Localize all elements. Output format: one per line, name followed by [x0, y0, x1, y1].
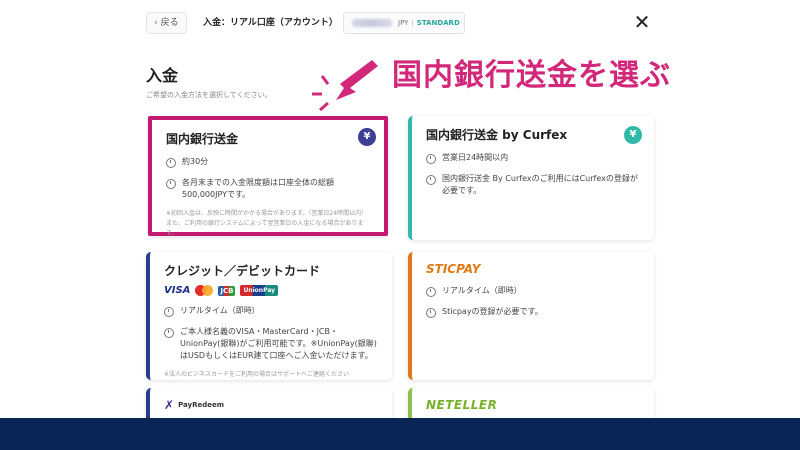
method-time-row: リアルタイム（即時） — [164, 305, 378, 317]
unionpay-logo: UnionPay — [240, 285, 279, 296]
back-label: 戻る — [160, 18, 179, 28]
breadcrumb: 入金：リアル口座（アカウント） — [203, 18, 338, 28]
method-note: ※法人のビジネスカードをご利用の場合はサポートへご連絡ください — [164, 371, 350, 378]
info-icon — [164, 328, 174, 338]
method-time: リアルタイム（即時） — [180, 306, 260, 315]
clock-icon — [426, 154, 436, 164]
method-title: クレジット／デビットカード — [164, 264, 321, 278]
back-button[interactable]: ‹ 戻る — [146, 12, 187, 34]
method-detail-row: 各月末までの入金限度額は口座全体の総額500,000JPYです。 — [166, 177, 370, 201]
payredeem-logo: ✗ PayRedeem — [164, 398, 378, 412]
info-icon — [166, 179, 176, 189]
method-time-row: 約30分 — [166, 156, 370, 168]
method-detail-row: Sticpayの登録が必要です。 — [426, 306, 640, 318]
page-subtitle: ご希望の入金方法を選択してください。 — [146, 91, 272, 99]
method-detail: Sticpayの登録が必要です。 — [442, 307, 543, 316]
method-time-row: 営業日24時間以内 — [426, 152, 640, 164]
yen-icon: ¥ — [624, 126, 642, 144]
top-bar: ‹ 戻る 入金：リアル口座（アカウント） JPY | STANDARD ✕ — [0, 0, 800, 46]
method-domestic-bank[interactable]: 国内銀行送金 ¥ 約30分 各月末までの入金限度額は口座全体の総額500,000… — [148, 116, 388, 237]
callout-text: 国内銀行送金を選ぶ — [392, 58, 671, 93]
method-time: 営業日24時間以内 — [442, 153, 509, 162]
method-detail: 国内銀行送金 By Curfexのご利用にはCurfexの登録が必要です。 — [442, 174, 638, 195]
method-time-row: リアルタイム（即時） — [426, 285, 640, 297]
method-note: ※初回入金は、反映に時間がかかる場合があります。（営業日24時間以内）また、ご利… — [166, 210, 368, 237]
close-icon[interactable]: ✕ — [630, 10, 654, 34]
sticpay-logo: STICPAY — [426, 262, 481, 276]
footer-band — [0, 418, 800, 450]
clock-icon — [164, 307, 174, 317]
clock-icon — [166, 158, 176, 168]
mastercard-logo — [195, 285, 214, 296]
divider: | — [411, 19, 414, 27]
account-currency: JPY — [398, 19, 409, 27]
method-detail: 各月末までの入金限度額は口座全体の総額500,000JPYです。 — [182, 178, 334, 199]
method-detail: ご本人様名義のVISA・MasterCard・JCB・UnionPay(銀聯)が… — [180, 327, 377, 360]
account-plan: STANDARD — [416, 19, 460, 27]
method-detail-row: ご本人様名義のVISA・MasterCard・JCB・UnionPay(銀聯)が… — [164, 326, 378, 362]
info-icon — [426, 308, 436, 318]
yen-icon: ¥ — [358, 128, 376, 146]
account-number-redacted — [352, 19, 392, 27]
method-title: 国内銀行送金 by Curfex — [426, 128, 568, 142]
payredeem-mark-icon: ✗ — [164, 398, 175, 412]
jcb-logo: JCB — [218, 285, 236, 296]
callout-arrow-icon — [312, 60, 378, 112]
method-sticpay[interactable]: STICPAY リアルタイム（即時） Sticpayの登録が必要です。 — [408, 252, 654, 380]
method-credit-card[interactable]: クレジット／デビットカード VISA JCB UnionPay リアルタイム（即… — [146, 252, 392, 380]
visa-logo: VISA — [164, 285, 191, 296]
payredeem-name: PayRedeem — [178, 401, 225, 409]
method-time: リアルタイム（即時） — [442, 286, 522, 295]
page-title: 入金 — [146, 66, 179, 85]
card-logos: VISA JCB UnionPay — [164, 285, 378, 296]
method-detail-row: 国内銀行送金 By Curfexのご利用にはCurfexの登録が必要です。 — [426, 173, 640, 197]
method-title: 国内銀行送金 — [166, 132, 239, 146]
clock-icon — [426, 287, 436, 297]
account-selector[interactable]: JPY | STANDARD — [343, 12, 465, 34]
method-time: 約30分 — [182, 157, 209, 166]
method-curfex[interactable]: 国内銀行送金 by Curfex ¥ 営業日24時間以内 国内銀行送金 By C… — [408, 116, 654, 240]
info-icon — [426, 175, 436, 185]
neteller-logo: NETELLER — [426, 398, 498, 412]
chevron-left-icon: ‹ — [154, 18, 158, 28]
